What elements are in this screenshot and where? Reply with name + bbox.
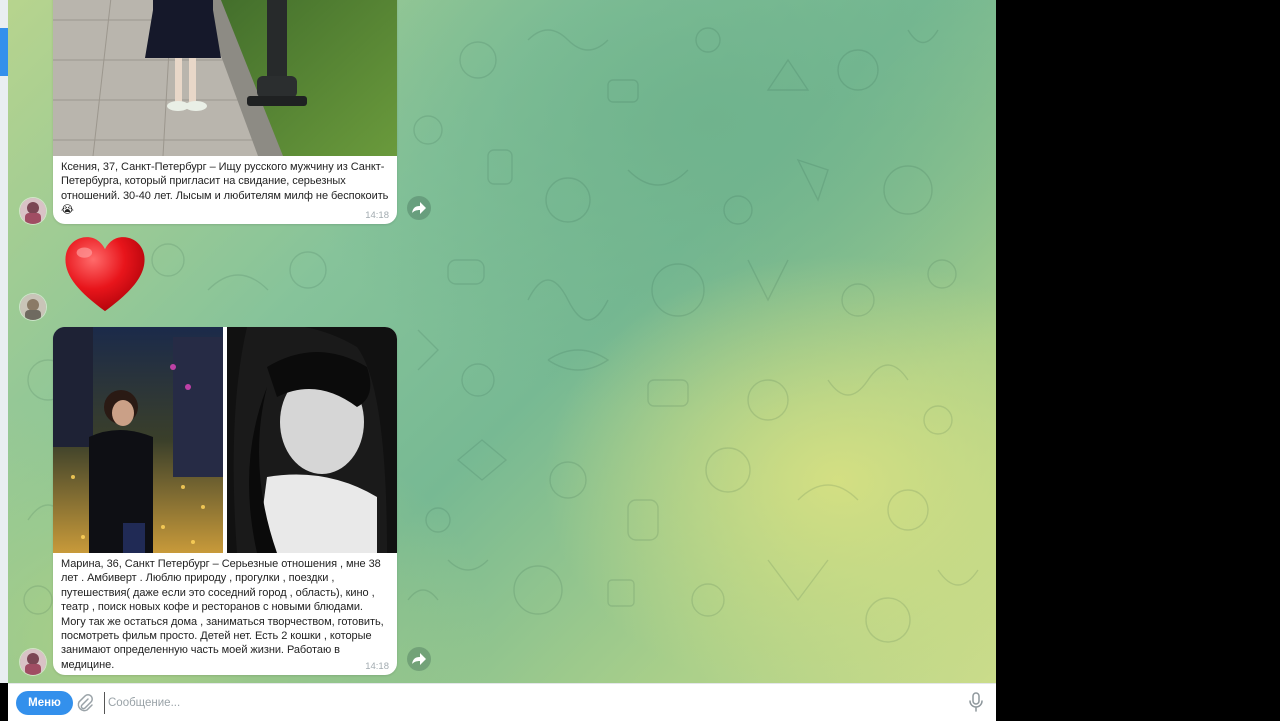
active-chat-indicator — [0, 28, 8, 76]
chat-background: Ксения, 37, Санкт-Петербург – Ищу русско… — [8, 0, 996, 683]
sidebar-edge — [0, 0, 8, 683]
message-bubble-1[interactable]: Ксения, 37, Санкт-Петербург – Ищу русско… — [53, 0, 397, 224]
message-bubble-2[interactable]: Марина, 36, Санкт Петербург – Серьезные … — [53, 327, 397, 675]
sender-avatar[interactable] — [20, 198, 46, 224]
message-input[interactable] — [104, 692, 950, 714]
sender-avatar[interactable] — [20, 649, 46, 675]
heart-emoji[interactable] — [62, 232, 148, 318]
message-time: 14:18 — [365, 210, 389, 221]
photo-woman-portrait-bw[interactable] — [227, 327, 397, 553]
share-arrow-icon[interactable] — [407, 647, 431, 671]
message-composer: Меню — [8, 683, 996, 721]
message-caption: Марина, 36, Санкт Петербург – Серьезные … — [61, 558, 384, 671]
microphone-icon[interactable] — [968, 692, 984, 712]
message-caption: Ксения, 37, Санкт-Петербург – Ищу русско… — [61, 161, 389, 217]
photo-woman-city-night[interactable] — [53, 327, 223, 553]
sender-avatar[interactable] — [20, 294, 46, 320]
photo-woman-street[interactable] — [53, 0, 397, 156]
share-arrow-icon[interactable] — [407, 196, 431, 220]
message-time: 14:18 — [365, 661, 389, 672]
bot-menu-button[interactable]: Меню — [16, 691, 73, 715]
paperclip-icon[interactable] — [76, 694, 94, 712]
